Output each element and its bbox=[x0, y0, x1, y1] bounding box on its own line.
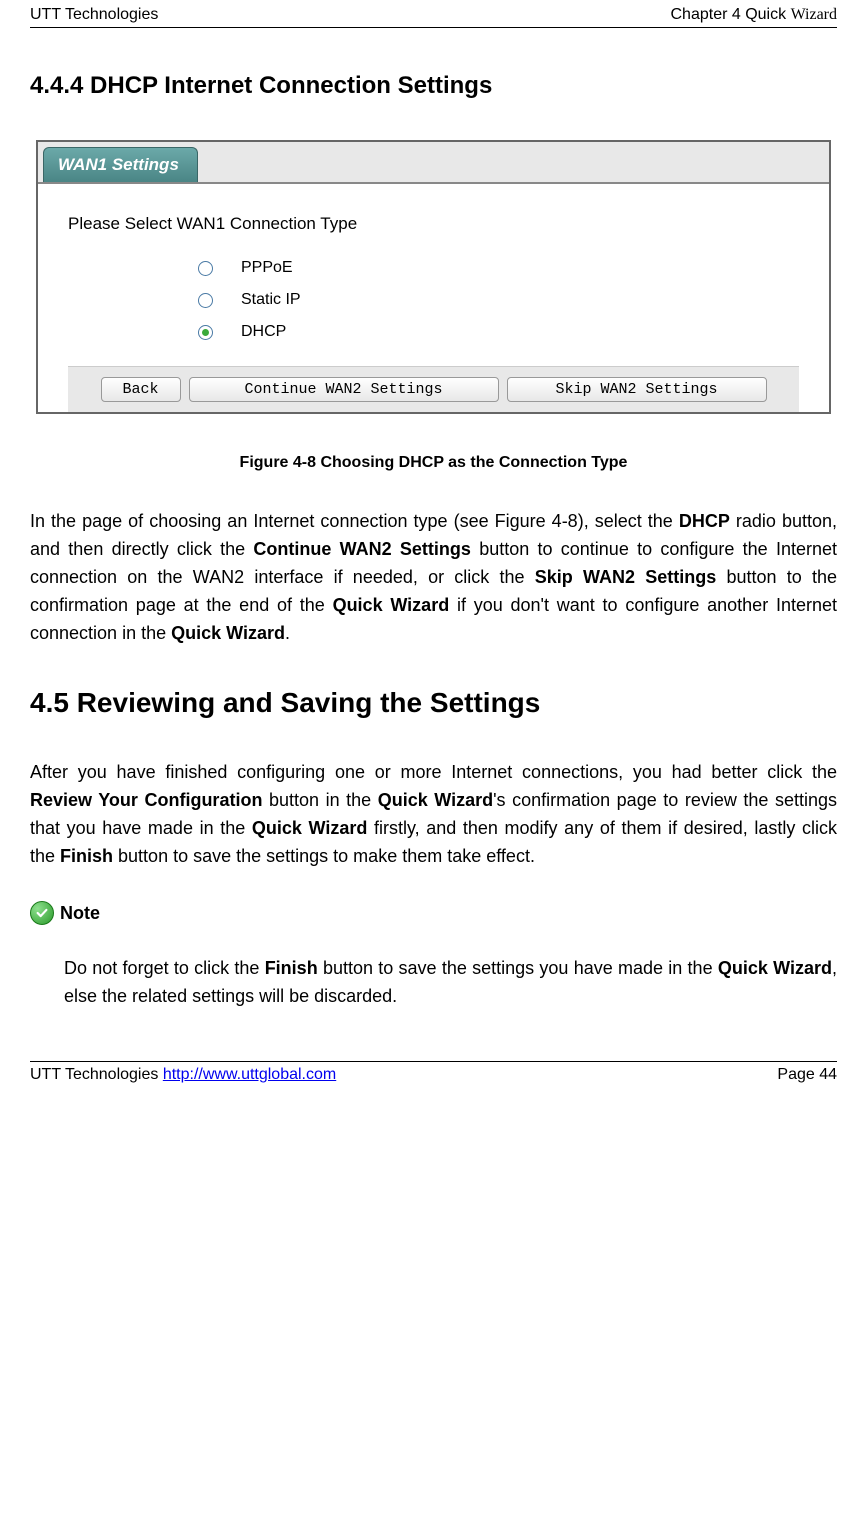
note-label: Note bbox=[60, 903, 100, 924]
figure-4-8-caption: Figure 4-8 Choosing DHCP as the Connecti… bbox=[30, 454, 837, 472]
tab-wan1-settings[interactable]: WAN1 Settings bbox=[43, 147, 198, 182]
radio-icon bbox=[198, 261, 213, 276]
radio-icon bbox=[198, 293, 213, 308]
paragraph-dhcp-instructions: In the page of choosing an Internet conn… bbox=[30, 508, 837, 647]
header-right: Chapter 4 Quick Wizard bbox=[671, 6, 838, 24]
back-button[interactable]: Back bbox=[101, 377, 181, 402]
radio-label: DHCP bbox=[241, 323, 286, 341]
radio-row-static-ip[interactable]: Static IP bbox=[198, 291, 799, 309]
page-header: UTT Technologies Chapter 4 Quick Wizard bbox=[30, 0, 837, 28]
wan-body: Please Select WAN1 Connection Type PPPoE… bbox=[38, 184, 829, 412]
footer-page-number: Page 44 bbox=[777, 1066, 837, 1084]
heading-4-5: 4.5 Reviewing and Saving the Settings bbox=[30, 687, 837, 719]
page-footer: UTT Technologies http://www.uttglobal.co… bbox=[30, 1061, 837, 1088]
radio-label: Static IP bbox=[241, 291, 301, 309]
paragraph-review-save: After you have finished configuring one … bbox=[30, 759, 837, 871]
connection-type-radio-group: PPPoE Static IP DHCP bbox=[198, 259, 799, 341]
button-bar: Back Continue WAN2 Settings Skip WAN2 Se… bbox=[68, 366, 799, 412]
check-icon bbox=[30, 901, 54, 925]
wan1-settings-screenshot: WAN1 Settings Please Select WAN1 Connect… bbox=[36, 140, 831, 414]
heading-4-4-4: 4.4.4 DHCP Internet Connection Settings bbox=[30, 72, 837, 100]
radio-label: PPPoE bbox=[241, 259, 293, 277]
footer-link[interactable]: http://www.uttglobal.com bbox=[163, 1066, 336, 1083]
connection-type-prompt: Please Select WAN1 Connection Type bbox=[68, 214, 799, 234]
radio-row-pppoe[interactable]: PPPoE bbox=[198, 259, 799, 277]
skip-wan2-button[interactable]: Skip WAN2 Settings bbox=[507, 377, 767, 402]
note-body: Do not forget to click the Finish button… bbox=[64, 955, 837, 1011]
tab-row: WAN1 Settings bbox=[38, 142, 829, 184]
note-header: Note bbox=[30, 901, 837, 925]
footer-left: UTT Technologies http://www.uttglobal.co… bbox=[30, 1066, 336, 1084]
radio-row-dhcp[interactable]: DHCP bbox=[198, 323, 799, 341]
continue-wan2-button[interactable]: Continue WAN2 Settings bbox=[189, 377, 499, 402]
header-left: UTT Technologies bbox=[30, 6, 158, 24]
radio-icon-selected bbox=[198, 325, 213, 340]
